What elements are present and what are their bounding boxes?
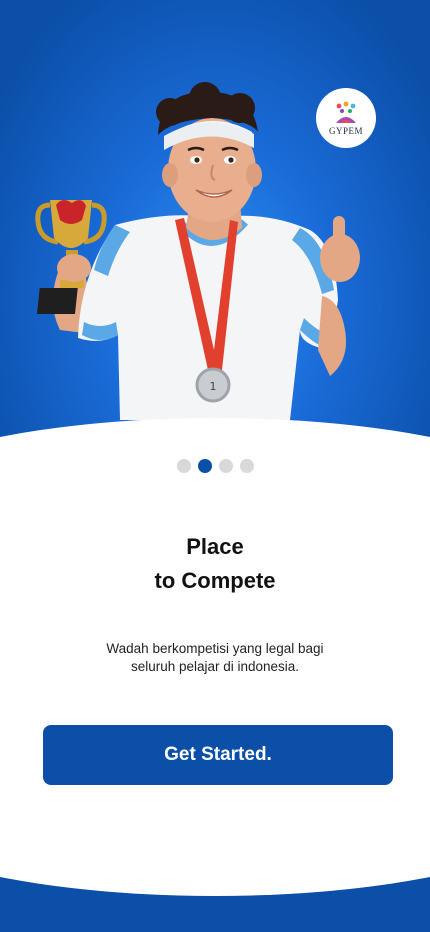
title-line-1: Place [186,534,244,559]
gypem-logo-icon [336,101,356,123]
thumbs-up-icon [320,216,360,282]
page-indicator [0,459,430,473]
page-dot-4[interactable] [239,459,254,473]
onboarding-description: Wadah berkompetisi yang legal bagi selur… [60,640,370,676]
page-dot-1[interactable] [176,459,191,473]
title-line-2: to Compete [154,568,276,593]
page-dot-3[interactable] [218,459,233,473]
description-line-1: Wadah berkompetisi yang legal bagi [106,641,324,656]
gypem-logo: GYPEM [316,88,376,148]
logo-text: GYPEM [328,125,363,136]
get-started-button[interactable]: Get Started. [43,725,393,785]
onboarding-title: Place to Compete [0,530,430,598]
page-dot-2-active[interactable] [197,459,212,473]
hero-athlete-illustration: 1 [35,82,360,420]
svg-text:1: 1 [210,380,217,393]
description-line-2: seluruh pelajar di indonesia. [130,659,300,674]
onboarding-screen: 1 GYPEM Place to Compete Wadah berkompet… [0,0,430,932]
medal-icon: 1 [195,367,231,403]
